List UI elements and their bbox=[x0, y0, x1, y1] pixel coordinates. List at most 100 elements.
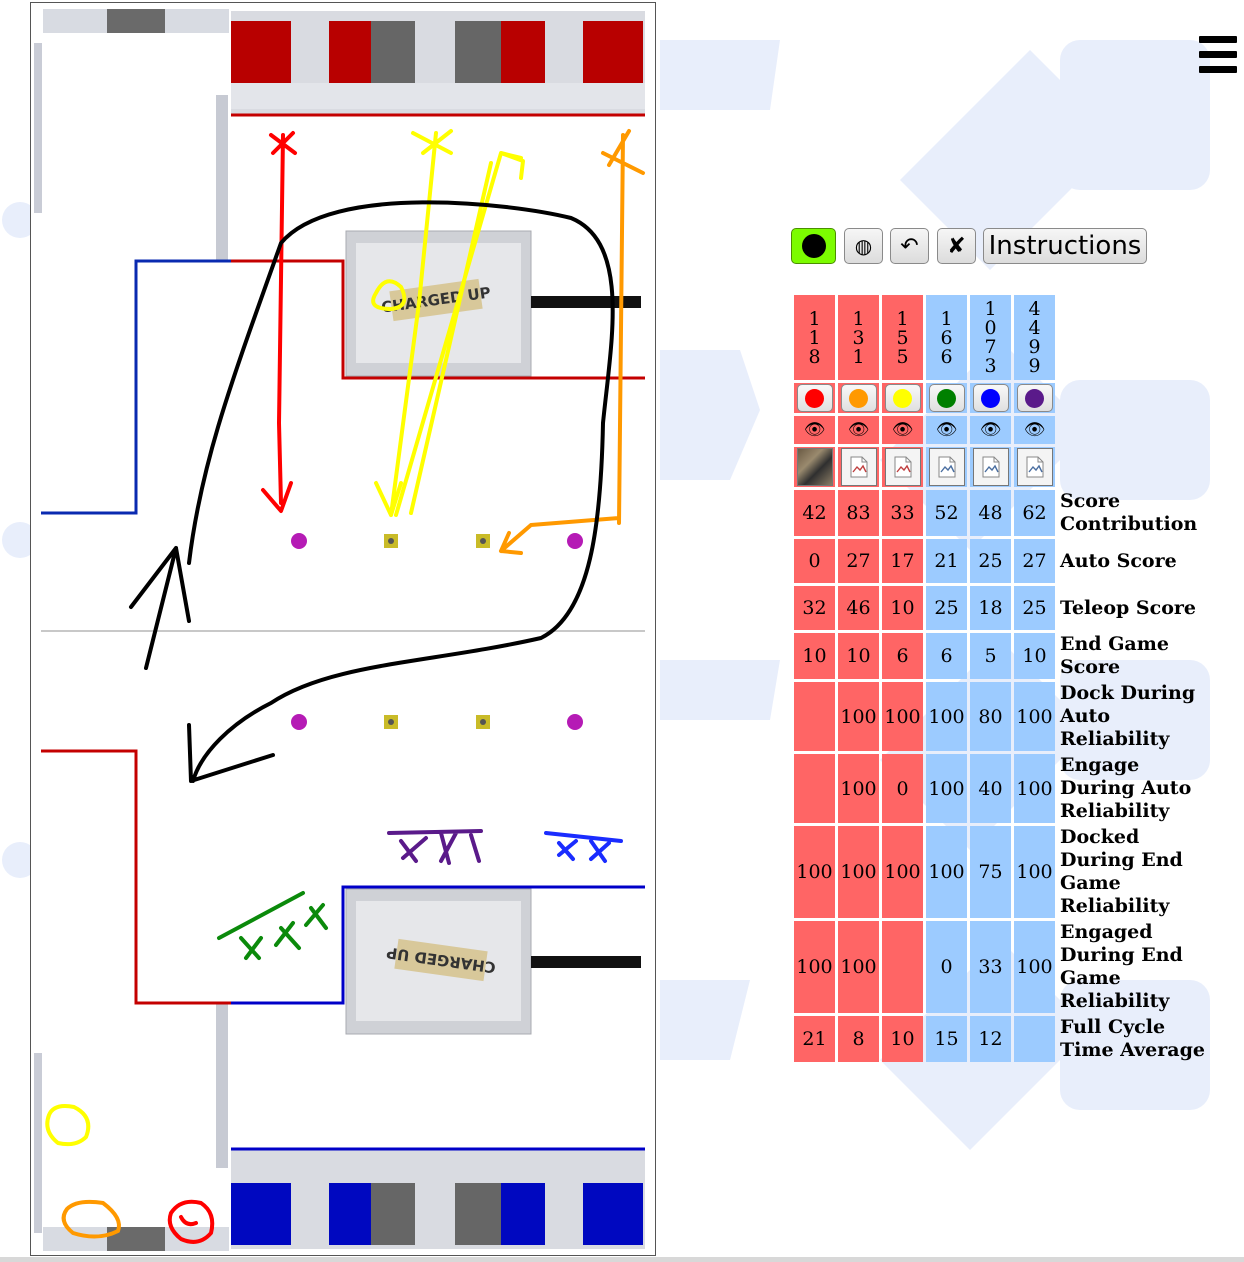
eye-icon[interactable]: 👁 bbox=[794, 416, 835, 444]
team-color-button[interactable] bbox=[972, 384, 1009, 412]
stat-value-cell: 10 bbox=[1014, 633, 1055, 679]
team-color-button[interactable] bbox=[840, 384, 877, 412]
stat-value-cell: 40 bbox=[970, 754, 1011, 823]
team-number-cell: 1073 bbox=[970, 295, 1011, 380]
stat-label: Engaged During End Game Reliability bbox=[1060, 921, 1183, 1012]
filled-circle-icon bbox=[801, 234, 826, 258]
team-photo-cell bbox=[926, 447, 967, 487]
stat-label: Dock During Auto Reliability bbox=[1060, 682, 1196, 750]
team-visibility-row: 👁 👁 👁 👁 👁 👁 bbox=[794, 416, 1210, 444]
team-number-cell: 118 bbox=[794, 295, 835, 380]
instructions-button[interactable]: Instructions bbox=[983, 228, 1147, 264]
top-left-wall-dark bbox=[107, 9, 165, 33]
team-color-row bbox=[794, 383, 1210, 413]
red-path-drawing bbox=[261, 131, 297, 513]
stat-value-cell: 33 bbox=[970, 921, 1011, 1013]
stat-value-cell: 42 bbox=[794, 490, 835, 536]
stat-label: Full Cycle Time Average bbox=[1060, 1016, 1205, 1061]
undo-button[interactable]: ↶ bbox=[890, 228, 929, 264]
team-number-digit: 8 bbox=[808, 345, 821, 368]
stat-value-cell: 8 bbox=[838, 1016, 879, 1062]
pen-color-button[interactable] bbox=[791, 228, 836, 264]
toggle-view-button[interactable]: ◍ bbox=[844, 228, 883, 264]
stat-value-cell: 100 bbox=[838, 921, 879, 1013]
cube-marker bbox=[291, 714, 307, 730]
stat-value-cell: 6 bbox=[882, 633, 923, 679]
stat-value-cell: 100 bbox=[926, 826, 967, 918]
stat-row: 100 100 0 33 100 Engaged During End Game Reli… bbox=[794, 921, 1210, 1013]
eye-icon[interactable]: 👁 bbox=[970, 416, 1011, 444]
team-photo-cell bbox=[794, 447, 835, 487]
left-divider bbox=[216, 95, 228, 260]
team-stats-table: 1 1 8 1 3 1 1 5 5 1 6 6 1 0 7 3 4 4 9 9 👁 👁 👁 👁 👁 👁 42 83 33 52 48 62 Sc… bbox=[791, 292, 1213, 1065]
visibility-cell: 👁 bbox=[882, 416, 923, 444]
field-drawing[interactable]: CHARGED UP CHARGED UP bbox=[31, 3, 657, 1257]
red-alliance-grid bbox=[231, 11, 645, 117]
team-number-cell: 155 bbox=[882, 295, 923, 380]
visibility-cell: 👁 bbox=[838, 416, 879, 444]
robot-photo-thumbnail[interactable] bbox=[796, 448, 833, 486]
stat-value-cell: 21 bbox=[926, 539, 967, 583]
stat-value-cell bbox=[794, 682, 835, 751]
stat-row: 100 0 100 40 100 Engage During Auto Reliabili… bbox=[794, 754, 1210, 823]
team-number-digit: 5 bbox=[896, 345, 909, 368]
stat-value-cell: 25 bbox=[970, 539, 1011, 583]
team-photo-cell bbox=[838, 447, 879, 487]
team-color-button[interactable] bbox=[884, 384, 921, 412]
team-number-digit: 5 bbox=[896, 326, 909, 349]
team-color-button[interactable] bbox=[1016, 384, 1053, 412]
color-dot-icon bbox=[893, 388, 912, 408]
stat-value-cell: 21 bbox=[794, 1016, 835, 1062]
broken-image-icon[interactable] bbox=[972, 448, 1009, 486]
stat-value-cell: 100 bbox=[926, 754, 967, 823]
stat-value-cell: 100 bbox=[838, 754, 879, 823]
hamburger-menu-icon[interactable] bbox=[1199, 36, 1237, 76]
broken-image-icon[interactable] bbox=[884, 448, 921, 486]
team-number-digit: 1 bbox=[808, 326, 821, 349]
stat-value-cell: 18 bbox=[970, 586, 1011, 630]
team-number-row: 11813115516610734499 bbox=[794, 295, 1210, 380]
team-number-digit: 1 bbox=[852, 345, 865, 368]
field-map-canvas[interactable]: CHARGED UP CHARGED UP bbox=[30, 2, 656, 1256]
visibility-cell: 👁 bbox=[970, 416, 1011, 444]
team-number-cell: 131 bbox=[838, 295, 879, 380]
team-number-digit: 3 bbox=[852, 326, 865, 349]
stat-value-cell: 0 bbox=[926, 921, 967, 1013]
eye-icon[interactable]: 👁 bbox=[882, 416, 923, 444]
stat-value-cell: 83 bbox=[838, 490, 879, 536]
team-color-button[interactable] bbox=[796, 384, 833, 412]
stat-value-cell: 100 bbox=[1014, 682, 1055, 751]
stat-value-cell: 100 bbox=[1014, 826, 1055, 918]
stat-label: Teleop Score bbox=[1060, 596, 1196, 619]
field-left-rail bbox=[34, 43, 42, 213]
stat-value-cell: 46 bbox=[838, 586, 879, 630]
eye-icon[interactable]: 👁 bbox=[926, 416, 967, 444]
stat-value-cell: 80 bbox=[970, 682, 1011, 751]
team-number-digit: 1 bbox=[896, 307, 909, 330]
visibility-cell: 👁 bbox=[1014, 416, 1055, 444]
stat-value-cell: 62 bbox=[1014, 490, 1055, 536]
broken-image-icon[interactable] bbox=[840, 448, 877, 486]
broken-image-icon[interactable] bbox=[928, 448, 965, 486]
color-dot-icon bbox=[937, 388, 956, 408]
stat-label: Auto Score bbox=[1060, 549, 1177, 572]
stat-value-cell bbox=[1014, 1016, 1055, 1062]
stat-value-cell: 100 bbox=[882, 826, 923, 918]
stat-row: 32 46 10 25 18 25 Teleop Score bbox=[794, 586, 1210, 630]
stat-label: End Game Score bbox=[1060, 633, 1169, 678]
visibility-cell: 👁 bbox=[926, 416, 967, 444]
broken-image-icon[interactable] bbox=[1016, 448, 1053, 486]
purple-marks bbox=[387, 829, 483, 865]
stat-value-cell: 25 bbox=[926, 586, 967, 630]
green-marks bbox=[217, 891, 328, 960]
clear-button[interactable]: ✘ bbox=[937, 228, 976, 264]
stat-value-cell: 27 bbox=[1014, 539, 1055, 583]
team-color-button[interactable] bbox=[928, 384, 965, 412]
blue-alliance-grid bbox=[231, 1147, 645, 1249]
team-number-digit: 1 bbox=[852, 307, 865, 330]
eye-icon[interactable]: 👁 bbox=[838, 416, 879, 444]
stat-value-cell: 12 bbox=[970, 1016, 1011, 1062]
team-number-digit: 1 bbox=[940, 307, 953, 330]
left-divider bbox=[216, 1003, 228, 1168]
eye-icon[interactable]: 👁 bbox=[1014, 416, 1055, 444]
